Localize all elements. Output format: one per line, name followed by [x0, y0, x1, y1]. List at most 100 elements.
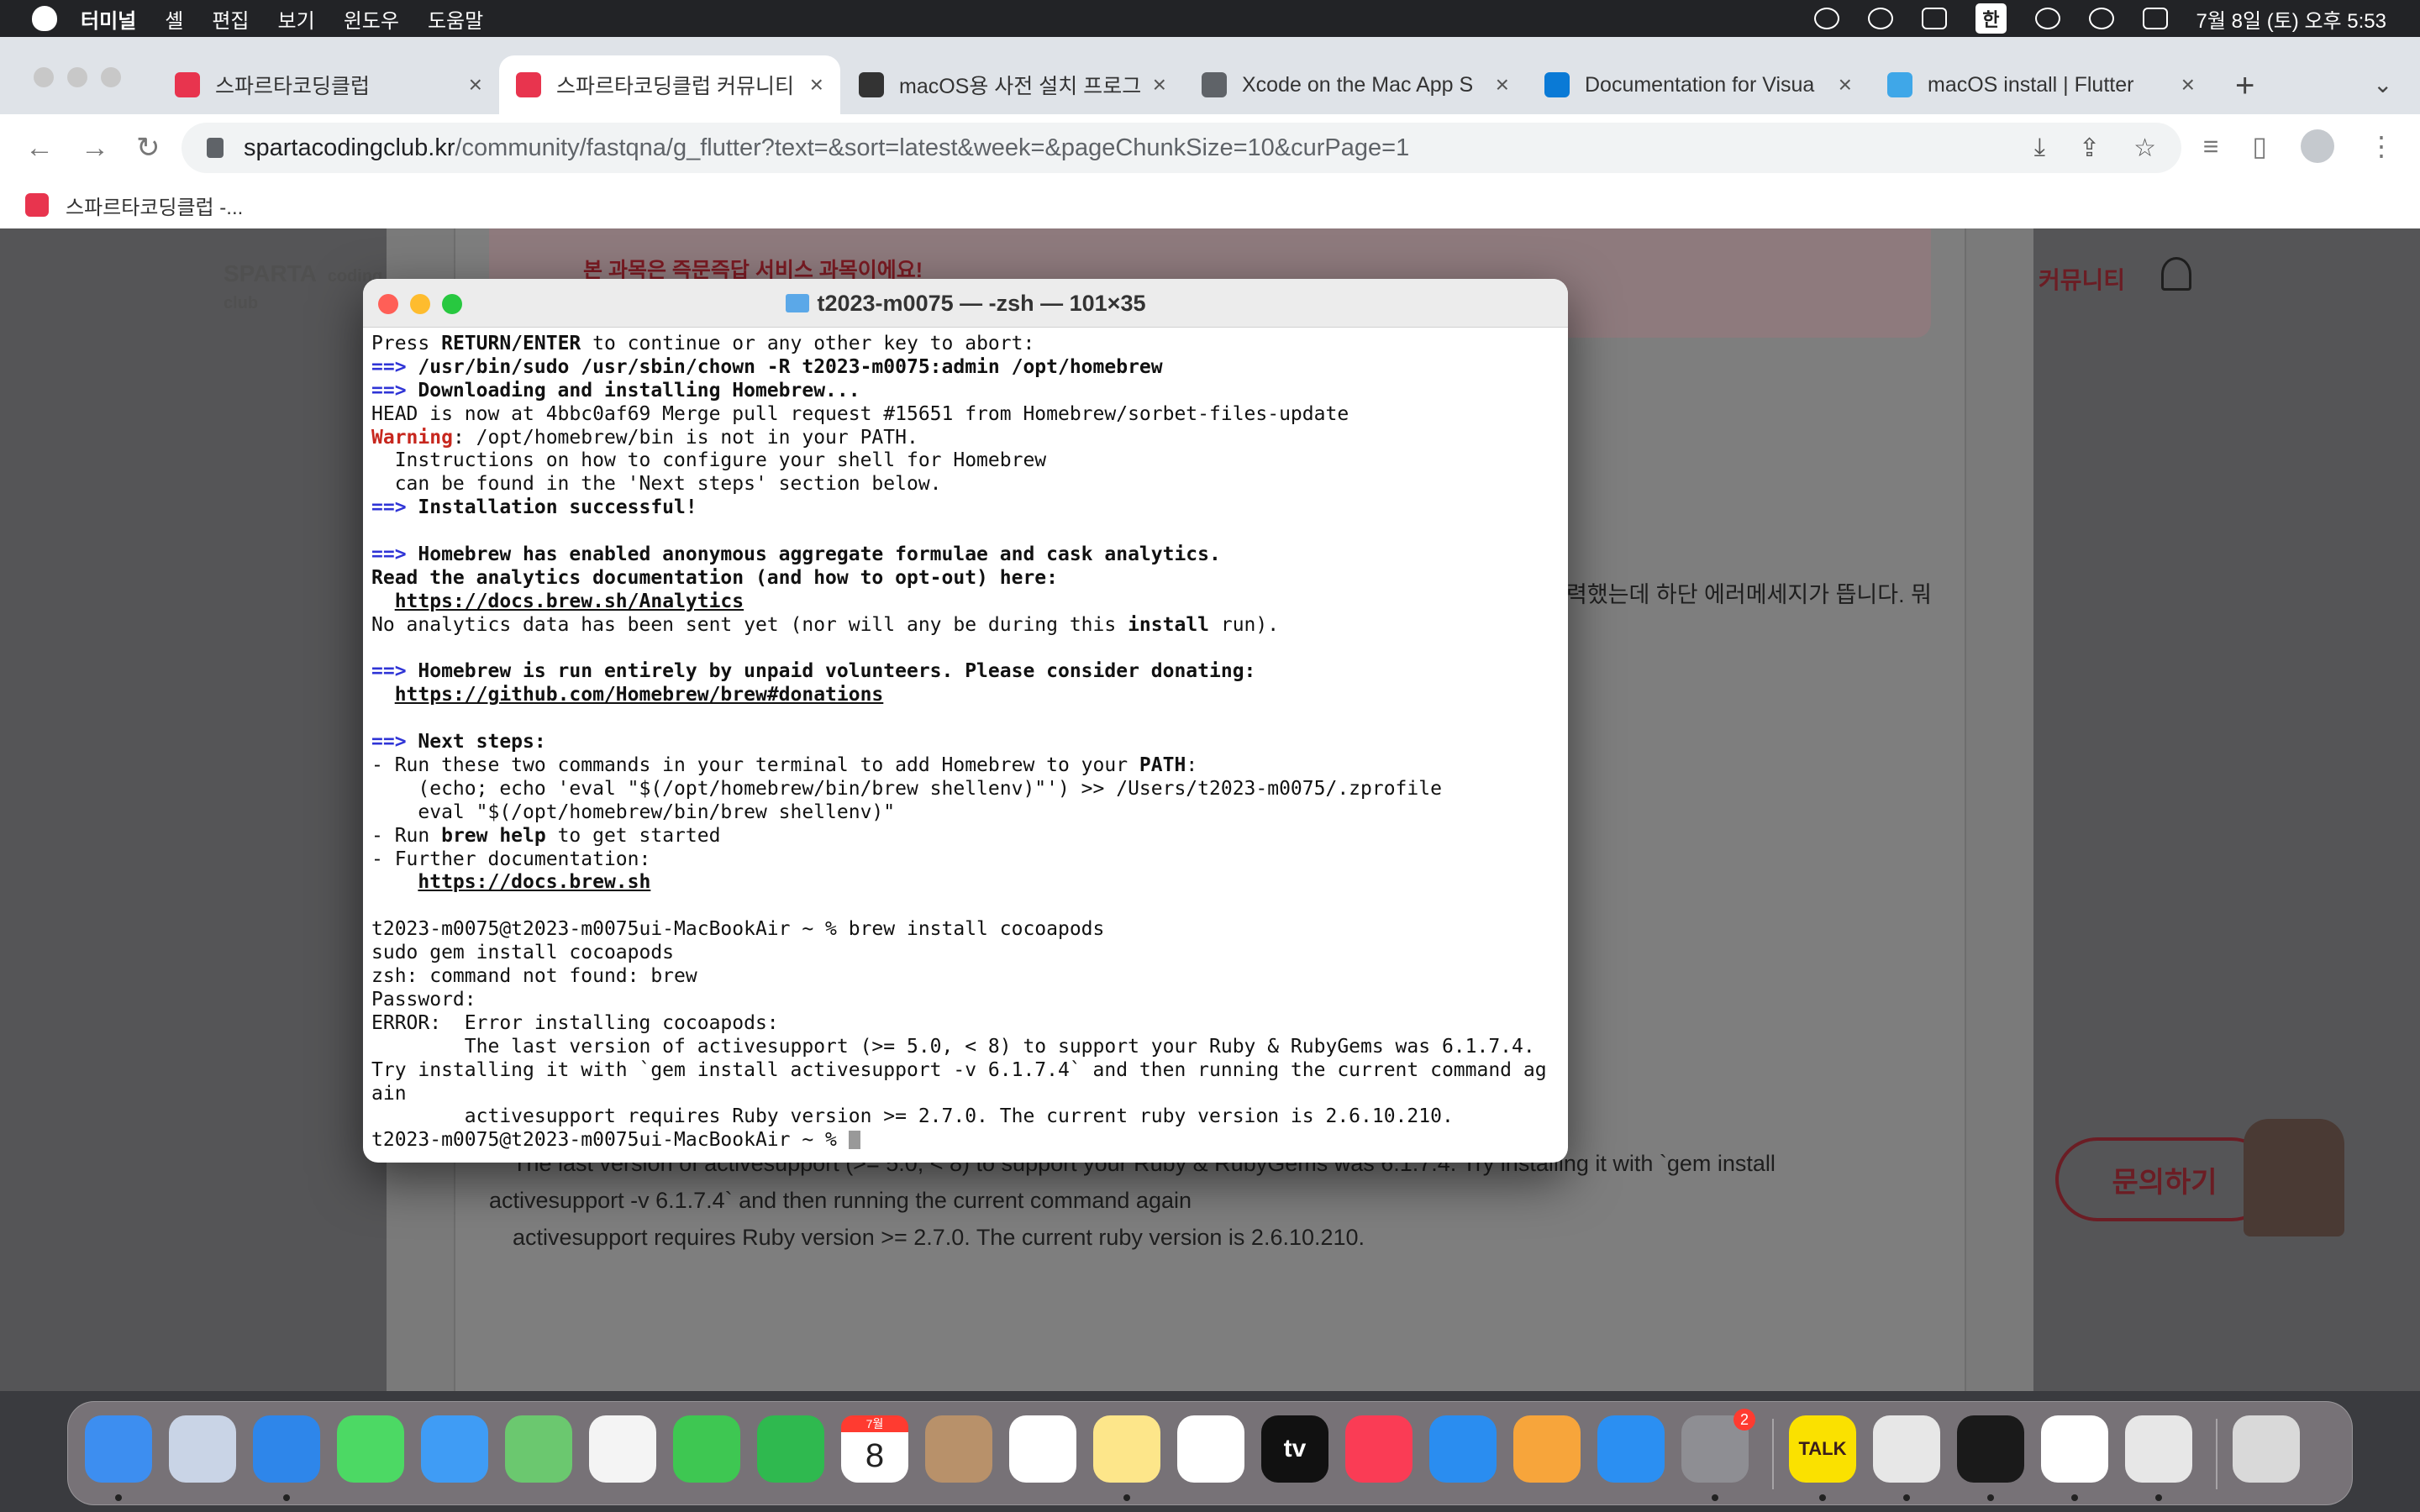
terminal-line: https://github.com/Homebrew/brew#donatio… [371, 684, 1560, 707]
window-minimize-button[interactable] [67, 67, 87, 87]
running-indicator [2071, 1494, 2078, 1501]
terminal-title-bar[interactable]: t2023-m0075 — -zsh — 101×35 [363, 279, 1568, 328]
terminal-text: Press [371, 333, 442, 354]
chrome-alt-icon[interactable] [2125, 1415, 2192, 1483]
menu-bar: 터미널 셸 편집 보기 윈도우 도움말 한 7월 8일 (토) 오후 5:53 [0, 0, 2420, 37]
vscode-icon[interactable] [2041, 1415, 2108, 1483]
install-app-icon[interactable]: ⤓ [2034, 134, 2045, 163]
terminal-text: sudo gem install cocoapods [371, 942, 675, 964]
pages-icon[interactable] [1513, 1415, 1581, 1483]
terminal-icon[interactable] [1957, 1415, 2024, 1483]
messages-icon[interactable] [337, 1415, 404, 1483]
wifi-icon[interactable] [2034, 8, 2060, 29]
reload-button[interactable]: ↻ [136, 131, 166, 165]
tab-close-icon[interactable]: × [1496, 71, 1509, 98]
profile-avatar[interactable] [2301, 129, 2334, 163]
browser-tab[interactable]: 스파르타코딩클럽 × [158, 55, 499, 114]
reminders-icon[interactable] [1009, 1415, 1076, 1483]
keynote-icon[interactable] [1429, 1415, 1497, 1483]
battery-icon[interactable] [1922, 8, 1948, 29]
terminal-window[interactable]: t2023-m0075 — -zsh — 101×35 Press RETURN… [363, 279, 1568, 1163]
bookmark-star-icon[interactable]: ☆ [2133, 134, 2156, 163]
terminal-link[interactable]: https://docs.brew.sh [418, 871, 650, 893]
side-panel-icon[interactable]: ▯ [2252, 130, 2267, 162]
apple-menu-icon[interactable] [32, 6, 57, 31]
browser-tab[interactable]: macOS install | Flutter × [1870, 55, 2212, 114]
tab-close-icon[interactable]: × [1839, 71, 1852, 98]
trash-icon[interactable] [2233, 1415, 2300, 1483]
notification-app-icon[interactable] [1814, 8, 1840, 29]
user-icon[interactable] [2161, 257, 2191, 291]
apple-tv-icon[interactable]: tv [1261, 1415, 1328, 1483]
play-icon[interactable] [1868, 8, 1894, 29]
menu-edit[interactable]: 편집 [212, 4, 249, 34]
browser-tab[interactable]: 스파르타코딩클럽 커뮤니티 | × [499, 55, 840, 114]
contacts-icon[interactable] [925, 1415, 992, 1483]
launchpad-icon[interactable] [169, 1415, 236, 1483]
menu-help[interactable]: 도움말 [428, 4, 483, 34]
address-bar[interactable]: spartacodingclub.kr/community/fastqna/g_… [182, 123, 2181, 173]
terminal-output[interactable]: Press RETURN/ENTER to continue or any ot… [363, 328, 1568, 1152]
kakaotalk-icon[interactable]: TALK [1789, 1415, 1856, 1483]
freeform-icon[interactable] [1177, 1415, 1244, 1483]
error-text-line: activesupport requires Ruby version >= 2… [513, 1225, 1365, 1250]
menu-window[interactable]: 윈도우 [344, 4, 399, 34]
photos-icon[interactable] [589, 1415, 656, 1483]
mail-icon[interactable] [421, 1415, 488, 1483]
input-source-indicator[interactable]: 한 [1975, 3, 2007, 34]
window-zoom-button[interactable] [101, 67, 121, 87]
terminal-link[interactable]: https://github.com/Homebrew/brew#donatio… [395, 684, 884, 706]
facetime-icon[interactable] [673, 1415, 740, 1483]
running-indicator [1903, 1494, 1910, 1501]
terminal-text: ==> [371, 379, 407, 402]
globe-favicon-icon [1202, 72, 1227, 97]
menubar-clock[interactable]: 7월 8일 (토) 오후 5:53 [2196, 4, 2386, 34]
share-icon[interactable]: ⇪ [2079, 134, 2100, 163]
question-body-text: 력했는데 하단 에러메세지가 뜹니다. 뭐 [1566, 582, 1932, 607]
terminal-text: Downloading and installing Homebrew... [406, 379, 860, 402]
browser-tab[interactable]: Documentation for Visua × [1528, 55, 1869, 114]
finder-icon[interactable] [85, 1415, 152, 1483]
url-host: spartacodingclub.kr [244, 134, 455, 161]
terminal-text: ==> [371, 660, 407, 683]
browser-tab[interactable]: Xcode on the Mac App S × [1185, 55, 1526, 114]
chrome-menu-icon[interactable]: ⋮ [2368, 130, 2395, 162]
terminal-text: t2023-m0075@t2023-m0075ui-MacBookAir ~ % [371, 1129, 849, 1152]
media-controls-icon[interactable]: ≡ [2203, 131, 2219, 162]
chrome-icon[interactable] [1873, 1415, 1940, 1483]
terminal-text: t2023-m0075@t2023-m0075ui-MacBookAir ~ %… [371, 918, 1105, 941]
terminal-line: Password: [371, 989, 1560, 1012]
new-tab-button[interactable]: + [2235, 67, 2254, 105]
notes-icon[interactable] [1093, 1415, 1160, 1483]
spotlight-search-icon[interactable] [2088, 8, 2114, 29]
terminal-link[interactable]: https://docs.brew.sh/Analytics [395, 591, 744, 612]
tab-close-icon[interactable]: × [810, 71, 823, 98]
tab-search-chevron-icon[interactable]: ⌄ [2373, 71, 2392, 98]
back-button[interactable]: ← [25, 132, 55, 165]
lock-icon[interactable] [207, 138, 224, 158]
control-center-icon[interactable] [2142, 8, 2168, 29]
window-close-button[interactable] [34, 67, 54, 87]
forward-button[interactable]: → [81, 132, 111, 165]
menu-terminal[interactable]: 터미널 [81, 4, 136, 34]
numbers-icon[interactable] [757, 1415, 824, 1483]
browser-tab[interactable]: macOS용 사전 설치 프로그램 × [842, 55, 1183, 114]
nav-community[interactable]: 커뮤니티 [2039, 262, 2125, 296]
browser-window: 스파르타코딩클럽 × 스파르타코딩클럽 커뮤니티 | × macOS용 사전 설치 프로… [0, 37, 2420, 228]
terminal-text: ==> [371, 355, 407, 378]
app-store-icon[interactable] [1597, 1415, 1665, 1483]
ask-question-button[interactable]: 문의하기 [2055, 1137, 2274, 1221]
tab-close-icon[interactable]: × [469, 71, 482, 98]
calendar-icon[interactable]: 7월 8 [841, 1415, 908, 1483]
maps-icon[interactable] [505, 1415, 572, 1483]
menu-shell[interactable]: 셸 [165, 4, 183, 34]
safari-icon[interactable] [253, 1415, 320, 1483]
tab-close-icon[interactable]: × [2181, 71, 2195, 98]
tab-close-icon[interactable]: × [1153, 71, 1166, 98]
bookmark-sparta[interactable]: 스파르타코딩클럽 -... [66, 191, 243, 220]
terminal-text: to get started [545, 824, 721, 847]
menu-view[interactable]: 보기 [278, 4, 315, 34]
music-icon[interactable] [1345, 1415, 1413, 1483]
